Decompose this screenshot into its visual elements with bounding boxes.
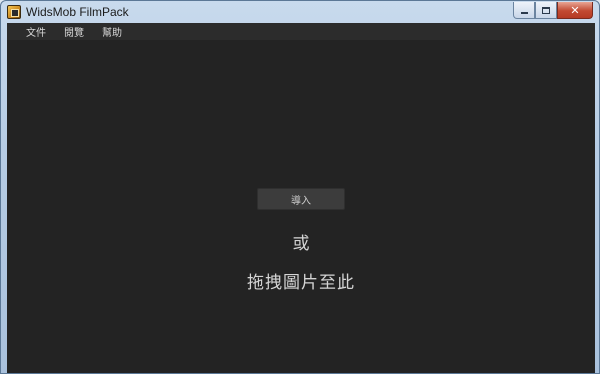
menu-view[interactable]: 閱覽 (55, 24, 93, 39)
menu-help[interactable]: 幫助 (93, 24, 131, 39)
maximize-icon (542, 6, 550, 14)
window-title: WidsMob FilmPack (26, 5, 129, 19)
maximize-button[interactable] (535, 2, 557, 19)
minimize-icon (520, 12, 528, 14)
window-controls: ✕ (513, 2, 593, 19)
app-logo-icon (7, 5, 21, 19)
app-window: WidsMob FilmPack ✕ 文件 閱覽 幫助 導入 或 拖拽圖片至此 (0, 0, 600, 374)
close-button[interactable]: ✕ (557, 2, 593, 19)
menu-file[interactable]: 文件 (17, 24, 55, 39)
import-button[interactable]: 導入 (257, 188, 345, 210)
menu-bar: 文件 閱覽 幫助 (7, 23, 595, 40)
drop-zone[interactable]: 導入 或 拖拽圖片至此 (7, 40, 595, 373)
or-label: 或 (292, 234, 310, 254)
title-bar[interactable]: WidsMob FilmPack ✕ (1, 1, 599, 23)
close-icon: ✕ (570, 3, 580, 17)
drop-hint-label: 拖拽圖片至此 (247, 273, 355, 293)
minimize-button[interactable] (513, 2, 535, 19)
